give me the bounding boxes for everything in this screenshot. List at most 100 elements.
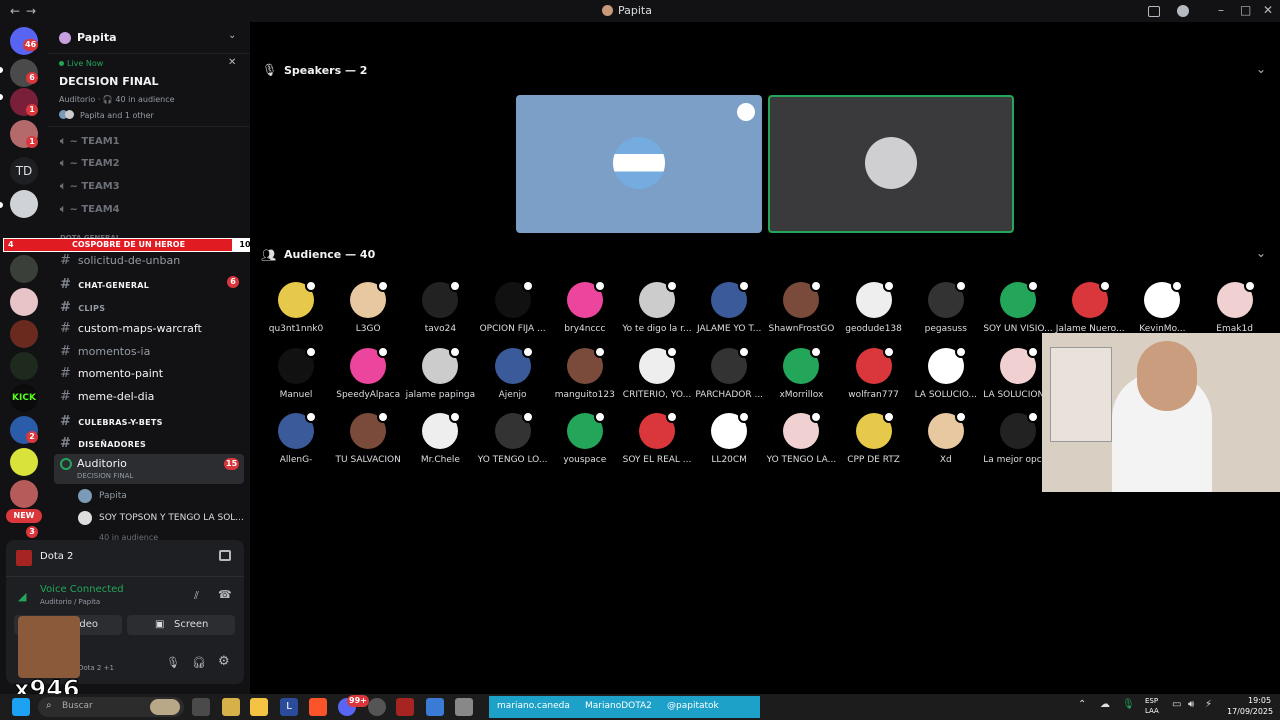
noise-suppression-icon[interactable]: ⫽ <box>194 589 199 603</box>
inbox-icon[interactable] <box>1148 6 1160 17</box>
language-label[interactable]: ESP <box>1145 697 1158 705</box>
search-box[interactable]: ⌕ Buscar <box>38 697 184 717</box>
stream-icon[interactable] <box>219 550 231 561</box>
audience-member[interactable]: YO TENGO LO... <box>477 411 549 465</box>
minimize-icon[interactable]: – <box>1218 3 1224 17</box>
cloud-icon[interactable]: ☁ <box>1100 699 1110 710</box>
channel-culebras[interactable]: # CULEBRAS-Y-BETS <box>60 414 163 429</box>
voice-channel[interactable]: 🔈︎ ~ TEAM3 <box>60 181 120 192</box>
audience-member[interactable]: CPP DE RTZ <box>838 411 910 465</box>
app-icon[interactable] <box>426 698 444 716</box>
audience-member[interactable]: CRITERIO, YO... <box>621 346 693 400</box>
audience-member[interactable]: youspace <box>549 411 621 465</box>
channel-momento-paint[interactable]: # momento-paint <box>60 366 163 381</box>
audience-member[interactable]: YO TENGO LA... <box>765 411 837 465</box>
dota-icon[interactable] <box>396 698 414 716</box>
chevron-down-icon[interactable]: ⌄ <box>1256 62 1266 76</box>
audience-member[interactable]: SOY UN VISIO... <box>982 280 1054 334</box>
brave-icon[interactable] <box>309 698 327 716</box>
audience-member[interactable]: L3GO <box>332 280 404 334</box>
audience-member[interactable]: manguito123 <box>549 346 621 400</box>
audience-member[interactable]: Manuel <box>260 346 332 400</box>
audience-member[interactable]: wolfran777 <box>838 346 910 400</box>
audience-member[interactable]: SOY EL REAL ... <box>621 411 693 465</box>
voice-status[interactable]: Voice Connected <box>40 584 124 595</box>
volume-icon[interactable]: 🔊︎ <box>1188 699 1194 710</box>
audience-member[interactable]: xMorrillox <box>765 346 837 400</box>
speaker-tile[interactable] <box>516 95 762 233</box>
channel-clips[interactable]: # CLIPS <box>60 300 105 315</box>
server-icon[interactable] <box>10 320 38 348</box>
live-stage-card[interactable]: Live Now ✕ DECISION FINAL Auditorio · 🎧 … <box>48 55 250 127</box>
audience-member[interactable]: Emak1d <box>1199 280 1271 334</box>
display-icon[interactable]: ▭ <box>1172 699 1181 710</box>
chevron-down-icon[interactable]: ⌄ <box>1256 246 1266 260</box>
close-window-icon[interactable]: ✕ <box>1263 3 1273 17</box>
server-icon[interactable] <box>10 352 38 380</box>
channel-solicitud[interactable]: # solicitud-de-unban <box>60 253 180 268</box>
server-icon[interactable] <box>10 190 38 218</box>
voice-location[interactable]: Auditorio / Papita <box>40 598 100 606</box>
battery-icon[interactable]: ⚡ <box>1205 699 1212 710</box>
audience-member[interactable]: Ajenjo <box>477 346 549 400</box>
audience-member[interactable]: Jalame Ñuero... <box>1054 280 1126 334</box>
obs-icon[interactable] <box>368 698 386 716</box>
chevron-down-icon[interactable]: ⌄ <box>228 30 236 41</box>
voice-channel[interactable]: 🔈︎ ~ TEAM4 <box>60 204 120 215</box>
close-icon[interactable]: ✕ <box>228 57 236 68</box>
task-view-icon[interactable] <box>192 698 210 716</box>
audience-member[interactable]: JALAME YO T... <box>693 280 765 334</box>
audience-member[interactable]: jalame papinga <box>404 346 476 400</box>
channel-chat-general[interactable]: # CHAT-GENERAL <box>60 277 149 292</box>
screen-button[interactable]: ▣ Screen <box>127 615 235 635</box>
mic-icon[interactable]: 🎙︎ <box>166 656 180 669</box>
server-icon[interactable] <box>10 448 38 476</box>
channel-disenadores[interactable]: # DISEÑADORES <box>60 436 146 451</box>
forward-arrow-icon[interactable]: → <box>26 4 36 18</box>
audience-member[interactable]: ShawnFrostGO <box>765 280 837 334</box>
audience-member[interactable]: AllenG- <box>260 411 332 465</box>
audience-member[interactable]: SpeedyAlpaca <box>332 346 404 400</box>
app-l-icon[interactable]: L <box>280 698 298 716</box>
audience-member[interactable]: TU SALVACION <box>332 411 404 465</box>
headphones-icon[interactable]: 🎧︎ <box>192 656 206 669</box>
clock-time[interactable]: 19:05 <box>1248 696 1271 705</box>
channel-custom-maps[interactable]: # custom-maps-warcraft <box>60 321 202 336</box>
back-arrow-icon[interactable]: ← <box>10 4 20 18</box>
audience-member[interactable]: OPCION FIJA ... <box>477 280 549 334</box>
channel-momentos-ia[interactable]: # momentos-ia <box>60 344 150 359</box>
voice-channel[interactable]: 🔈︎ ~ TEAM2 <box>60 158 120 169</box>
app-icon[interactable] <box>222 698 240 716</box>
chevron-up-icon[interactable]: ⌃ <box>1078 699 1086 710</box>
server-icon[interactable] <box>10 288 38 316</box>
stage-member[interactable]: Papita <box>99 491 127 501</box>
stage-channel-auditorio[interactable]: Auditorio DECISION FINAL 15 <box>54 454 244 484</box>
server-icon[interactable] <box>10 255 38 283</box>
voice-channel[interactable]: 🔈︎ ~ TEAM1 <box>60 136 120 147</box>
kick-server-icon[interactable]: KICK <box>10 384 38 412</box>
channel-meme-del-dia[interactable]: # meme-del-dia <box>60 389 154 404</box>
audience-member[interactable]: LL20CM <box>693 411 765 465</box>
audience-member[interactable]: PARCHADOR ... <box>693 346 765 400</box>
audience-member[interactable]: bry4nccc <box>549 280 621 334</box>
speaker-tile[interactable] <box>768 95 1014 233</box>
audience-member[interactable]: geodude138 <box>838 280 910 334</box>
audience-member[interactable]: qu3nt1nnk0 <box>260 280 332 334</box>
audience-member[interactable]: tavo24 <box>404 280 476 334</box>
mic-tray-icon[interactable]: 🎙︎ <box>1122 699 1135 710</box>
maximize-icon[interactable]: □ <box>1240 3 1251 17</box>
audience-member[interactable]: KevinMo... <box>1126 280 1198 334</box>
help-icon[interactable] <box>1177 5 1189 17</box>
region-label[interactable]: LAA <box>1145 707 1159 715</box>
audience-member[interactable]: Xd <box>910 411 982 465</box>
audience-member[interactable]: pegasuss <box>910 280 982 334</box>
file-explorer-icon[interactable] <box>250 698 268 716</box>
disconnect-icon[interactable]: ☎ <box>218 588 232 601</box>
server-header[interactable]: Papita ⌄ <box>48 22 250 54</box>
stage-member[interactable]: SOY TOPSON Y TENGO LA SOL... <box>99 513 244 523</box>
audience-member[interactable]: LA SOLUCIO... <box>910 346 982 400</box>
server-icon[interactable] <box>10 480 38 508</box>
server-td[interactable]: TD <box>10 157 38 185</box>
gear-icon[interactable]: ⚙ <box>218 654 230 669</box>
audience-member[interactable]: Mr.Chele <box>404 411 476 465</box>
